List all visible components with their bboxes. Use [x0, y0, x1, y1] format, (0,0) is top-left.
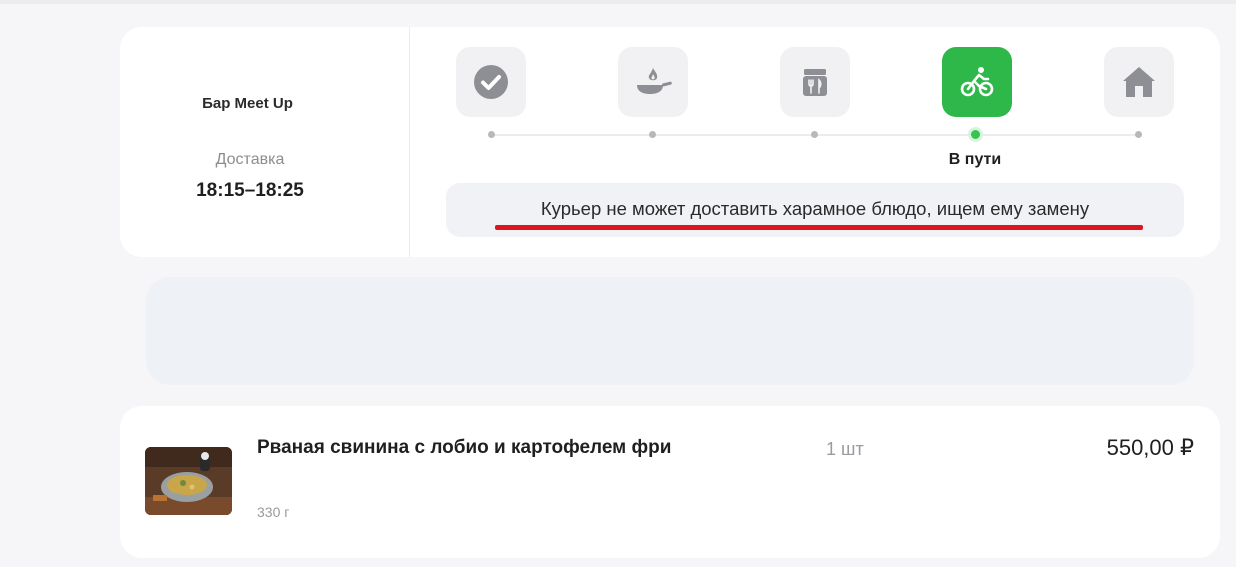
step-delivered [1104, 47, 1174, 117]
progress-dot [649, 131, 656, 138]
progress-dot-active [971, 130, 980, 139]
delivery-time: 18:15–18:25 [196, 180, 304, 201]
top-bar [0, 0, 1236, 4]
order-item-card: Рваная свинина с лобио и картофелем фри … [120, 406, 1220, 558]
status-message: Курьер не может доставить харамное блюдо… [540, 198, 1090, 219]
dish-price: 550,00 ₽ [1106, 435, 1194, 460]
dish-photo-image [145, 447, 232, 515]
dish-quantity: 1 шт [826, 439, 864, 459]
progress-dot [1135, 131, 1142, 138]
dish-name[interactable]: Рваная свинина с лобио и картофелем фри [257, 437, 671, 459]
progress-dot [488, 131, 495, 138]
home-icon [1123, 67, 1155, 97]
package-icon [803, 69, 827, 96]
step-confirmed [456, 47, 526, 117]
step-cooking [618, 47, 688, 117]
delivery-label: Доставка [215, 151, 285, 168]
red-underline-annotation [495, 225, 1143, 230]
frying-pan-icon [637, 68, 672, 94]
restaurant-name[interactable]: Бар Meet Up [120, 95, 375, 112]
order-summary: Бар Meet Up Доставка 18:15–18:25 [120, 27, 410, 257]
dish-photo [145, 447, 232, 515]
order-status-card: Бар Meet Up Доставка 18:15–18:25 В пути … [120, 27, 1220, 257]
step-on-the-way [942, 47, 1012, 117]
check-icon [474, 65, 508, 99]
step-packed [780, 47, 850, 117]
current-step-label: В пути [948, 151, 1002, 168]
progress-dot [811, 131, 818, 138]
dish-weight: 330 г [257, 504, 290, 520]
bicycle-courier-icon [960, 67, 994, 97]
loading-placeholder-banner [146, 277, 1194, 385]
